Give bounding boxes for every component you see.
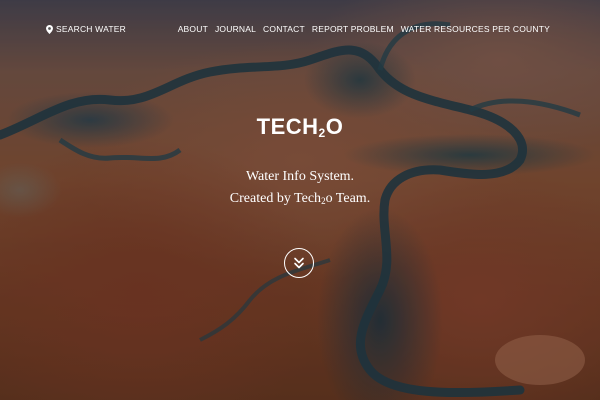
scroll-down-button[interactable] (284, 248, 314, 278)
landing-page: SEARCH WATER ABOUT JOURNAL CONTACT REPOR… (0, 0, 600, 400)
hero-title: TECH2O (0, 114, 600, 146)
brand-logo-text: TECH2O (0, 114, 600, 146)
top-navigation: SEARCH WATER ABOUT JOURNAL CONTACT REPOR… (0, 24, 600, 40)
main-menu: ABOUT JOURNAL CONTACT REPORT PROBLEM WAT… (178, 24, 550, 34)
menu-item-journal[interactable]: JOURNAL (215, 24, 256, 34)
brand-text-main: TECH (256, 114, 319, 139)
location-pin-icon (46, 24, 53, 34)
double-chevron-down-icon (294, 257, 304, 269)
search-water-link[interactable]: SEARCH WATER (46, 24, 126, 34)
hero-tagline: Water Info System. Created by Tech2o Tea… (0, 166, 600, 212)
tagline-line-1: Water Info System. (245, 169, 355, 184)
menu-item-water-resources-per-county[interactable]: WATER RESOURCES PER COUNTY (401, 24, 550, 34)
tagline-line-2-end: o Team. (325, 191, 371, 206)
tagline-line-2: Created by Tech2o Team. (0, 188, 600, 212)
menu-item-report-problem[interactable]: REPORT PROBLEM (312, 24, 394, 34)
menu-item-contact[interactable]: CONTACT (263, 24, 305, 34)
brand-text-subscript: 2 (318, 126, 326, 140)
search-water-label: SEARCH WATER (56, 24, 126, 34)
menu-item-about[interactable]: ABOUT (178, 24, 208, 34)
tagline-line-2-start: Created by Tech (229, 191, 322, 206)
brand-text-end: O (325, 114, 344, 139)
